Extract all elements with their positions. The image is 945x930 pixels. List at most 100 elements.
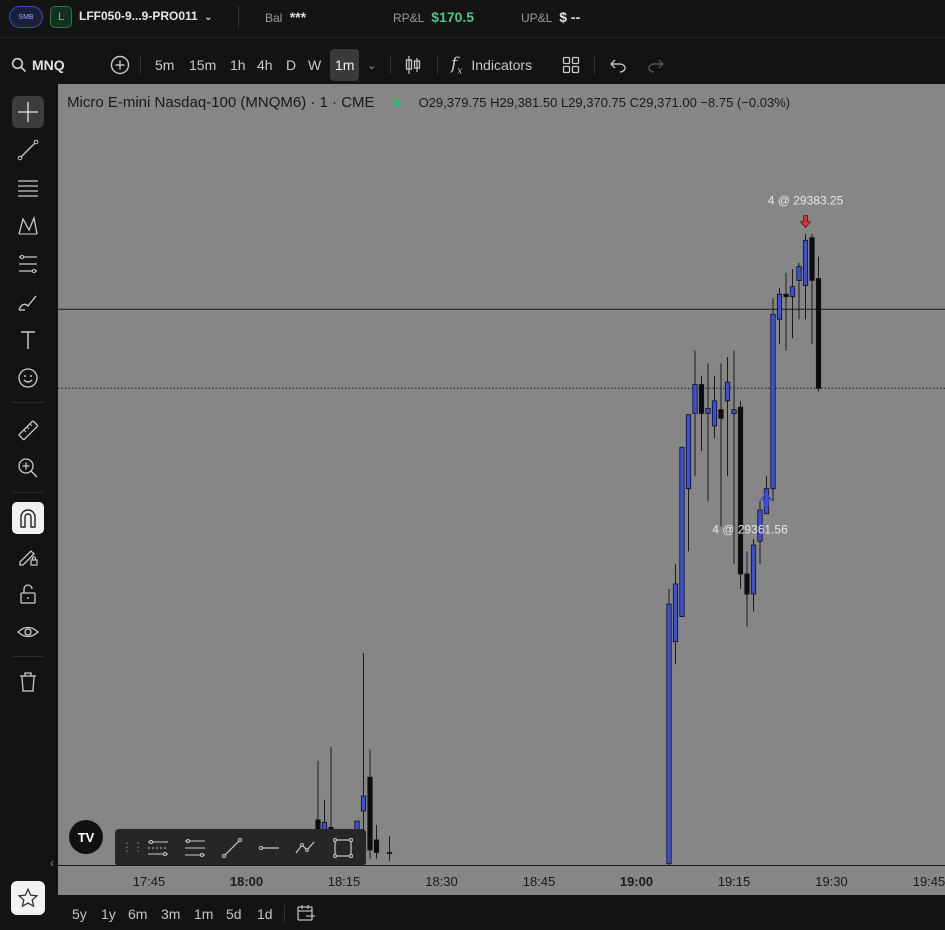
balance-stat: Bal *** [265,9,306,25]
time-tick-label: 19:15 [717,874,751,889]
fav-rectangle-tool[interactable] [330,835,356,861]
fav-horizontal-ray-tool[interactable] [256,835,282,861]
undo-button[interactable] [609,46,627,84]
candle-up [679,446,685,618]
trading-app: SMB L LFF050-9...9-PRO011 ⌄ Bal *** RP&L… [0,0,945,930]
zoom-tool[interactable] [12,452,44,484]
redo-icon [648,59,664,73]
horizontal-ray-icon [258,845,279,851]
range-1d[interactable]: 1d [257,906,273,922]
candle-up [802,239,809,286]
range-5d[interactable]: 5d [226,906,242,922]
interval-15m[interactable]: 15m [189,46,216,84]
candle-up [731,409,737,414]
emoji-tool[interactable] [12,362,44,394]
chart-toolbar: MNQ 5m 15m 1h 4h D W 1m ⌄ fx Indicators [0,46,945,84]
market-status-dot [392,98,401,107]
zoom-in-icon [18,458,38,478]
broker-logo[interactable]: SMB [9,6,43,28]
redo-button[interactable] [647,46,665,84]
candle-up [796,266,802,281]
buy-execution-label: 4 @ 29361.56 [712,523,788,537]
collapse-toolbar-chevron-icon[interactable]: ‹ [50,856,54,870]
tradingview-logo[interactable]: TV [69,820,103,854]
indicators-button[interactable]: fx Indicators [451,46,532,84]
text-icon [21,331,35,349]
magnet-tool[interactable] [12,502,44,534]
fav-trend-line-tool[interactable] [219,835,245,861]
measure-tool[interactable] [12,414,44,446]
chart-pane[interactable]: 4 @ 29383.25 4 @ 29361.56 Micro E-mini Na… [58,84,945,865]
time-tick-label: 18:45 [522,874,556,889]
interval-d[interactable]: D [286,46,296,84]
toolbar-divider [140,56,141,74]
lock-tool[interactable] [12,578,44,610]
interval-5m[interactable]: 5m [155,46,174,84]
floating-drawing-toolbar: ⋮⋮ [115,829,366,865]
crosshair-icon [18,102,38,122]
horizontal-lines-tool[interactable] [12,172,44,204]
smiley-icon [18,368,38,388]
time-tick-label: 19:45 [912,874,945,889]
tools-divider [12,656,44,657]
brush-tool[interactable] [12,286,44,318]
candle-up [666,603,672,865]
layout-button[interactable] [562,46,580,84]
sell-execution-label: 4 @ 29383.25 [768,194,844,208]
candle-up [789,286,796,298]
trash-icon [20,672,36,692]
fib-tool[interactable] [12,248,44,280]
tools-divider [12,402,44,403]
calendar-icon [297,905,315,921]
candles-icon [405,56,421,74]
range-1y[interactable]: 1y [101,906,116,922]
account-bar: SMB L LFF050-9...9-PRO011 ⌄ Bal *** RP&L… [0,0,945,38]
brush-icon [18,295,37,311]
interval-1m[interactable]: 1m [330,49,360,81]
interval-4h[interactable]: 4h [257,46,273,84]
favorites-button[interactable] [11,881,45,915]
trend-line-tool[interactable] [12,134,44,166]
fav-fib-tool[interactable] [145,835,171,861]
range-5y[interactable]: 5y [72,906,87,922]
range-6m[interactable]: 6m [128,906,147,922]
hide-drawings-tool[interactable] [12,616,44,648]
unrealized-pnl-value: $ -- [559,9,581,25]
symbol-search[interactable]: MNQ [11,46,65,84]
interval-1h[interactable]: 1h [230,46,246,84]
range-3m[interactable]: 3m [161,906,180,922]
candle-down [783,293,789,298]
compare-symbol-button[interactable] [110,46,130,84]
pattern-tool[interactable] [12,210,44,242]
candle-up [705,407,711,414]
realized-pnl-label: RP&L [393,11,424,25]
fib-channel-icon [148,840,168,856]
time-axis[interactable]: 17:45 18:00 18:15 18:30 18:45 19:00 19:15 19:30… [58,865,945,895]
drag-handle-icon[interactable]: ⋮⋮ [121,840,144,854]
candle-up [776,293,783,320]
time-tick-label: 19:00 [619,874,654,889]
range-1m[interactable]: 1m [194,906,213,922]
fib-retracement-icon [19,254,37,274]
rectangle-icon [333,838,353,858]
remove-drawings-tool[interactable] [12,666,44,698]
candle-up [360,795,367,812]
chart-type-button[interactable] [404,46,422,84]
price-chart[interactable]: 4 @ 29383.25 4 @ 29361.56 [58,84,945,865]
fav-path-tool[interactable] [293,835,319,861]
time-tick-label: 19:30 [815,874,848,889]
fx-icon: fx [451,53,463,77]
account-name: LFF050-9...9-PRO011 [79,9,198,23]
interval-w[interactable]: W [308,46,321,84]
plus-circle-icon [110,55,130,75]
account-selector[interactable]: LFF050-9...9-PRO011 ⌄ [79,9,212,23]
text-tool[interactable] [12,324,44,356]
unlock-icon [20,584,36,604]
lock-drawings-edit-tool[interactable] [12,540,44,572]
chart-title[interactable]: Micro E-mini Nasdaq-100 (MNQM6) · 1 · CM… [67,94,375,111]
crosshair-tool[interactable] [12,96,44,128]
fav-fib-retracement-tool[interactable] [182,835,208,861]
interval-dropdown-chevron-icon[interactable]: ⌄ [367,46,376,84]
candle-down [815,278,822,389]
go-to-date-button[interactable] [296,904,316,927]
